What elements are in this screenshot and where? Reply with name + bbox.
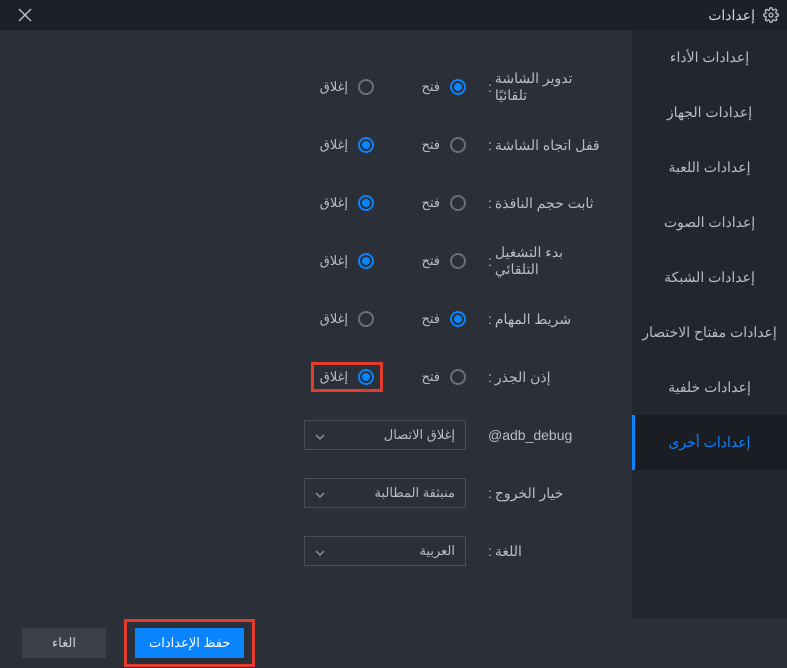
radio-lock-close[interactable]: إغلاق: [282, 137, 374, 153]
radio-auto-rotate-close[interactable]: إغلاق: [282, 79, 374, 95]
close-button[interactable]: [10, 0, 40, 30]
label-taskbar: شريط المهام:: [488, 311, 600, 328]
gear-icon: [763, 7, 779, 23]
label-language: اللغة:: [488, 543, 600, 560]
label-lock-orientation: قفل اتجاه الشاشة:: [488, 137, 600, 154]
radio-autostart-open[interactable]: فتح: [374, 253, 466, 269]
sidebar-item-other[interactable]: إعدادات أخرى: [632, 415, 787, 470]
label-fixed-window: ثابت حجم النافذة:: [488, 195, 600, 212]
sidebar-item-performance[interactable]: إعدادات الأداء: [632, 30, 787, 85]
cancel-button[interactable]: الغاء: [22, 628, 106, 658]
sidebar-item-audio[interactable]: إعدادات الصوت: [632, 195, 787, 250]
radio-autostart-close[interactable]: إغلاق: [282, 253, 374, 269]
label-adb: @adb_debug: [488, 427, 600, 443]
radio-fixed-close[interactable]: إغلاق: [282, 195, 374, 211]
settings-panel: تدوير الشاشة تلقائيًا: فتح إغلاق قفل اتج…: [0, 30, 632, 618]
save-button[interactable]: حفظ الإعدادات: [135, 628, 244, 658]
label-auto-start: بدء التشغيل التلقائي:: [488, 244, 600, 278]
window-title: إعدادات: [708, 7, 755, 24]
sidebar-item-network[interactable]: إعدادات الشبكة: [632, 250, 787, 305]
radio-taskbar-open[interactable]: فتح: [374, 311, 466, 327]
label-exit: خيار الخروج:: [488, 485, 600, 502]
radio-lock-open[interactable]: فتح: [374, 137, 466, 153]
chevron-down-icon: [315, 428, 325, 443]
sidebar-item-device[interactable]: إعدادات الجهاز: [632, 85, 787, 140]
chevron-down-icon: [315, 544, 325, 559]
label-root: إذن الجذر:: [488, 369, 600, 386]
radio-root-close[interactable]: إغلاق: [320, 369, 374, 385]
sidebar: إعدادات الأداء إعدادات الجهاز إعدادات ال…: [632, 30, 787, 618]
label-auto-rotate: تدوير الشاشة تلقائيًا:: [488, 70, 600, 104]
radio-auto-rotate-open[interactable]: فتح: [374, 79, 466, 95]
radio-taskbar-close[interactable]: إغلاق: [282, 311, 374, 327]
sidebar-item-game[interactable]: إعدادات اللعبة: [632, 140, 787, 195]
select-exit[interactable]: منبثقة المطالبة: [304, 478, 466, 508]
sidebar-item-shortcut[interactable]: إعدادات مفتاح الاختصار: [632, 305, 787, 360]
chevron-down-icon: [315, 486, 325, 501]
save-highlight: حفظ الإعدادات: [124, 619, 255, 667]
sidebar-item-wallpaper[interactable]: إعدادات خلفية: [632, 360, 787, 415]
root-close-highlight: إغلاق: [311, 362, 383, 392]
select-adb[interactable]: إغلاق الاتصال: [304, 420, 466, 450]
select-language[interactable]: العربية: [304, 536, 466, 566]
radio-root-open[interactable]: فتح: [374, 369, 466, 385]
radio-fixed-open[interactable]: فتح: [374, 195, 466, 211]
